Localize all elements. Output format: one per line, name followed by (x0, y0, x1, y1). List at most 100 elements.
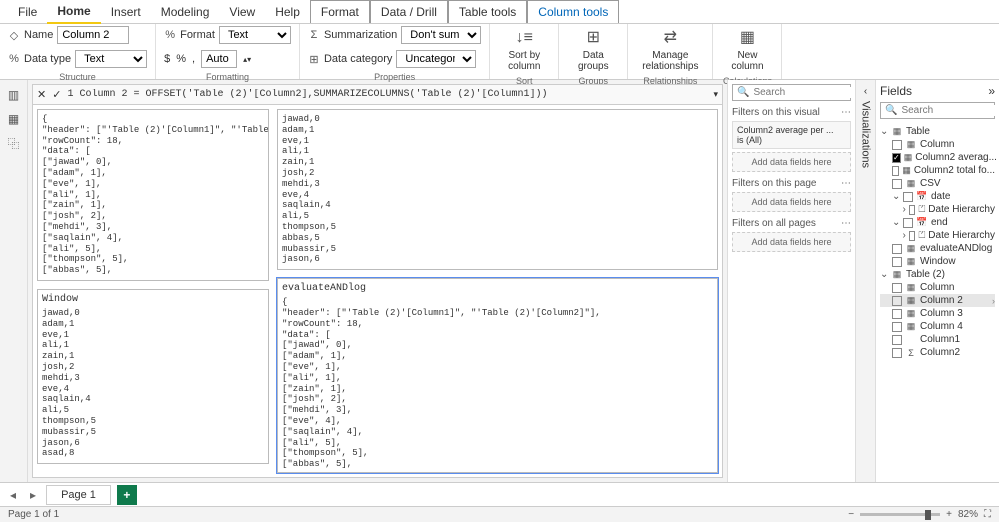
t2-field-column2[interactable]: ΣColumn2 (880, 346, 995, 359)
table-node[interactable]: ⌄▦Table (880, 125, 995, 138)
fit-to-page-button[interactable]: ⛶ (984, 509, 991, 520)
sort-icon: ↓≡ (514, 28, 534, 48)
next-page-button[interactable]: ▸ (26, 488, 40, 502)
filters-page-header: Filters on this page (732, 178, 817, 189)
visualizations-pane[interactable]: ‹ Visualizations (855, 80, 875, 482)
field-col2avg[interactable]: ✓▦Column2 averag... (880, 151, 995, 164)
tab-modeling[interactable]: Modeling (151, 1, 220, 23)
tab-help[interactable]: Help (265, 1, 310, 23)
name-input[interactable] (57, 26, 129, 44)
tab-datadrill[interactable]: Data / Drill (370, 0, 448, 23)
model-view-button[interactable]: ⿻ (5, 134, 23, 152)
zoom-in-button[interactable]: + (946, 509, 952, 520)
eval-visual[interactable]: evaluateANDlog { "header": ["'Table (2)'… (277, 278, 718, 473)
tab-coltools[interactable]: Column tools (527, 0, 619, 23)
search-icon: 🔍 (885, 105, 897, 116)
filters-visual-header: Filters on this visual (732, 107, 820, 118)
field-column[interactable]: ▦Column (880, 138, 995, 151)
data-groups-button[interactable]: ⊞ Data groups (567, 26, 619, 74)
percent-button[interactable]: % (176, 53, 186, 65)
add-all-filter[interactable]: Add data fields here (732, 232, 851, 252)
prev-page-button[interactable]: ◂ (6, 488, 20, 502)
more-icon[interactable]: ⋯ (841, 178, 851, 189)
t2-field-column[interactable]: ▦Column (880, 281, 995, 294)
t2-field-col4[interactable]: ▦Column 4 (880, 320, 995, 333)
page-status: Page 1 of 1 (8, 509, 59, 520)
chevron-down-icon[interactable]: ▾ (713, 89, 718, 100)
datacat-select[interactable]: Uncategorized (396, 50, 476, 68)
field-date[interactable]: ⌄📅date (880, 190, 995, 203)
filters-all-header: Filters on all pages (732, 218, 816, 229)
cancel-formula-icon[interactable]: ✕ (37, 88, 46, 101)
window-visual[interactable]: Window jawad,0adam,1eve,1ali,1zain,1josh… (37, 289, 269, 464)
json-visual-2[interactable]: jawad,0adam,1eve,1ali,1zain,1josh,2mehdi… (277, 109, 718, 270)
t2-field-column1[interactable]: Column1 (880, 333, 995, 346)
datatype-label: Data type (24, 53, 71, 65)
currency-button[interactable]: $ (164, 53, 170, 65)
new-column-icon: ▦ (737, 28, 757, 48)
sigma-icon: Σ (308, 29, 320, 41)
datatype-select[interactable]: Text (75, 50, 147, 68)
field-csv[interactable]: ▦CSV (880, 177, 995, 190)
field-end-hierarchy[interactable]: ›⏍Date Hierarchy (880, 229, 995, 242)
field-end[interactable]: ⌄📅end (880, 216, 995, 229)
tab-home[interactable]: Home (47, 0, 100, 24)
visualizations-label: Visualizations (860, 101, 872, 168)
new-column-button[interactable]: ▦ New column (721, 26, 773, 74)
json-visual-1[interactable]: { "header": ["'Table (2)'[Column1]", "'T… (37, 109, 269, 281)
tab-format[interactable]: Format (310, 0, 370, 23)
tab-file[interactable]: File (8, 1, 47, 23)
commit-formula-icon[interactable]: ✓ (52, 88, 61, 101)
field-window[interactable]: ▦Window (880, 255, 995, 268)
expand-viz-icon[interactable]: ‹ (864, 86, 867, 97)
decimals-input[interactable] (201, 50, 237, 68)
fields-search[interactable]: 🔍 (880, 102, 995, 119)
report-canvas: ✕ ✓ 1 Column 2 = OFFSET('Table (2)'[Colu… (32, 84, 723, 478)
group-formatting-label: Formatting (164, 70, 291, 82)
tab-view[interactable]: View (219, 1, 265, 23)
formula-bar: ✕ ✓ 1 Column 2 = OFFSET('Table (2)'[Colu… (33, 85, 722, 105)
format-icon: % (164, 29, 176, 41)
table2-node[interactable]: ⌄▦Table (2) (880, 268, 995, 281)
fields-search-input[interactable] (901, 105, 999, 116)
add-page-filter[interactable]: Add data fields here (732, 192, 851, 212)
groups-icon: ⊞ (583, 28, 603, 48)
page-tab-1[interactable]: Page 1 (46, 485, 111, 505)
group-properties-label: Properties (308, 70, 481, 82)
sort-by-column-button[interactable]: ↓≡ Sort by column (498, 26, 550, 74)
table-icon: ▦ (891, 126, 903, 137)
zoom-out-button[interactable]: − (848, 509, 854, 520)
field-evalog[interactable]: ▦evaluateANDlog (880, 242, 995, 255)
tab-insert[interactable]: Insert (101, 1, 151, 23)
data-view-button[interactable]: ▦ (5, 110, 23, 128)
format-label: Format (180, 29, 215, 41)
tab-tabletools[interactable]: Table tools (448, 0, 527, 23)
summar-select[interactable]: Don't summarize (401, 26, 481, 44)
report-view-button[interactable]: ▥ (5, 86, 23, 104)
more-icon[interactable]: ⋯ (841, 218, 851, 229)
more-icon[interactable]: ⋯ (841, 107, 851, 118)
comma-button[interactable]: , (192, 53, 195, 65)
format-select[interactable]: Text (219, 26, 291, 44)
search-icon: 🔍 (737, 87, 749, 98)
fields-pane: Fields » 🔍 ⌄▦Table ▦Column ✓▦Column2 ave… (875, 80, 999, 482)
field-col2tot[interactable]: ▦Column2 total fo... (880, 164, 995, 177)
datacat-icon: ⊞ (308, 53, 320, 65)
main: ▥ ▦ ⿻ ✕ ✓ 1 Column 2 = OFFSET('Table (2)… (0, 80, 999, 482)
filters-search[interactable]: 🔍 (732, 84, 851, 101)
t2-field-col2[interactable]: ▦Column 2› (880, 294, 995, 307)
name-label: Name (24, 29, 53, 41)
formula-text[interactable]: 1 Column 2 = OFFSET('Table (2)'[Column2]… (67, 89, 707, 100)
manage-relationships-button[interactable]: ⇄ Manage relationships (636, 26, 704, 74)
summar-label: Summarization (324, 29, 397, 41)
field-date-hierarchy[interactable]: ›⏍Date Hierarchy (880, 203, 995, 216)
add-visual-filter[interactable]: Add data fields here (732, 152, 851, 172)
collapse-fields-icon[interactable]: » (988, 84, 995, 98)
filter-card[interactable]: Column2 average per ... is (All) (732, 121, 851, 149)
spinner-icon[interactable]: ▴▾ (243, 55, 251, 64)
t2-field-col3[interactable]: ▦Column 3 (880, 307, 995, 320)
left-nav-rail: ▥ ▦ ⿻ (0, 80, 28, 482)
table-icon: ▦ (891, 269, 903, 280)
add-page-button[interactable]: + (117, 485, 137, 505)
zoom-level: 82% (958, 509, 978, 520)
